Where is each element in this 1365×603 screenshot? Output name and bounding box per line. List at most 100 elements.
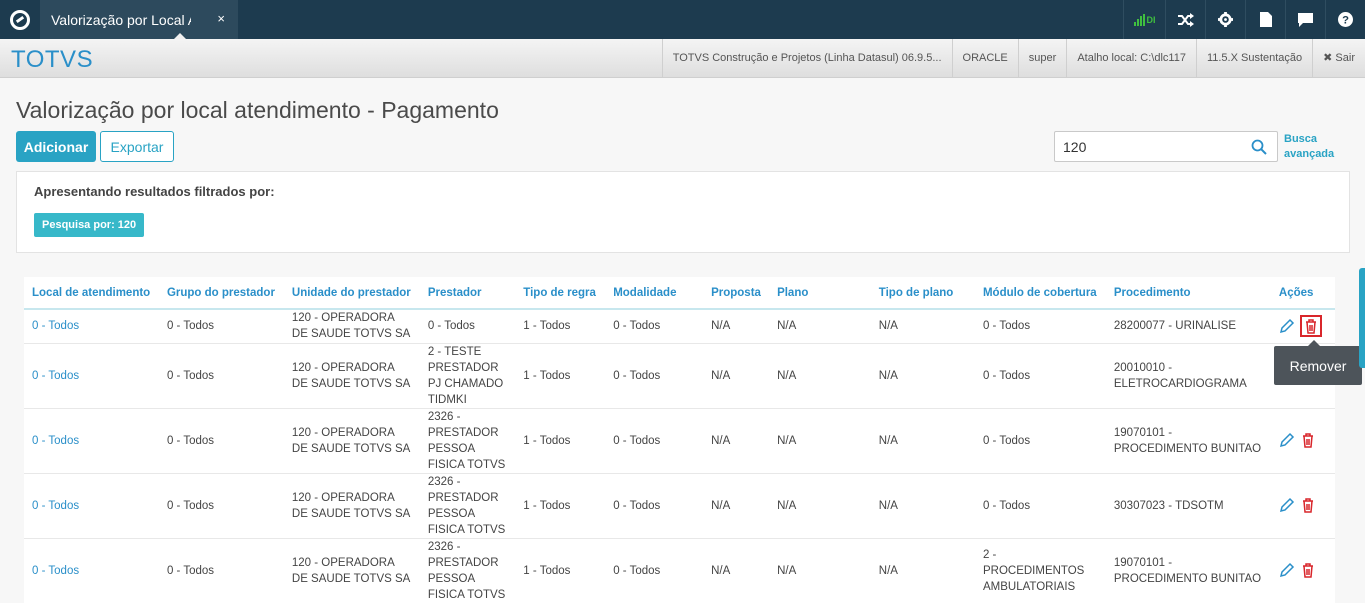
table-cell-link[interactable]: 0 - Todos [24, 408, 159, 474]
column-header[interactable]: Local de atendimento [24, 277, 159, 310]
signal-label: DI [1146, 14, 1156, 25]
product-info[interactable]: TOTVS Construção e Projetos (Linha Datas… [661, 39, 952, 78]
table-cell: 0 - Todos [974, 473, 1106, 539]
table-cell-link[interactable]: 0 - Todos [24, 343, 159, 409]
table-cell: N/A [703, 473, 770, 539]
database-info: ORACLE [951, 39, 1018, 78]
filter-label: Apresentando resultados filtrados por: [34, 184, 275, 199]
filter-chip[interactable]: Pesquisa por: 120 [34, 213, 145, 237]
column-header[interactable]: Grupo do prestador [158, 277, 284, 310]
table-row: 0 - Todos 0 - Todos 120 - OPERADORA DE S… [24, 538, 1335, 603]
table-cell: 28200077 - URINALISE [1105, 309, 1271, 344]
table-cell: 0 - Todos [974, 309, 1106, 344]
signal-icon[interactable]: DI [1123, 0, 1165, 39]
table-cell: 0 - Todos [605, 343, 704, 409]
table-cell: 2 - PROCEDIMENTOS AMBULATORIAIS [974, 538, 1106, 603]
column-header[interactable]: Plano [769, 277, 871, 310]
table-row: 0 - Todos 0 - Todos 120 - OPERADORA DE S… [24, 473, 1335, 539]
shortcut-info: Atalho local: C:\dlc117 [1066, 39, 1196, 78]
table-cell: N/A [769, 343, 871, 409]
table-cell: 0 - Todos [158, 473, 284, 539]
column-header[interactable]: Modalidade [605, 277, 704, 310]
row-actions [1270, 408, 1335, 474]
table-cell: 1 - Todos [515, 473, 606, 539]
table-cell: 0 - Todos [605, 473, 704, 539]
trash-icon[interactable] [1299, 315, 1322, 338]
gear-icon[interactable] [1205, 0, 1245, 39]
tab-label: Valorização por Local Atendimento [51, 11, 191, 28]
svg-text:?: ? [1342, 15, 1349, 27]
advanced-search-line1: Busca [1284, 133, 1318, 145]
table-cell: 0 - Todos [158, 309, 284, 344]
table-cell: N/A [870, 343, 975, 409]
export-button[interactable]: Exportar [100, 131, 174, 162]
row-actions [1270, 473, 1335, 539]
table-row: 0 - Todos 0 - Todos 120 - OPERADORA DE S… [24, 343, 1335, 409]
table-cell: N/A [870, 538, 975, 603]
column-header[interactable]: Proposta [703, 277, 770, 310]
sub-header: TOTVS TOTVS Construção e Projetos (Linha… [0, 39, 1365, 78]
column-header[interactable]: Tipo de plano [870, 277, 975, 310]
table-cell: 0 - Todos [974, 408, 1106, 474]
edit-pencil-icon[interactable] [1279, 432, 1295, 448]
filter-panel: Apresentando resultados filtrados por: P… [16, 171, 1350, 253]
table-cell: 120 - OPERADORA DE SAUDE TOTVS SA [283, 343, 420, 409]
edit-pencil-icon[interactable] [1279, 318, 1295, 334]
page-title: Valorização por local atendimento - Paga… [16, 97, 499, 123]
column-header[interactable]: Módulo de cobertura [974, 277, 1106, 310]
tab-valorizacao[interactable]: Valorização por Local Atendimento × [40, 0, 238, 39]
user-info[interactable]: super [1017, 39, 1067, 78]
table-cell: 120 - OPERADORA DE SAUDE TOTVS SA [283, 309, 420, 344]
column-header: Ações [1270, 277, 1335, 310]
table-cell: 1 - Todos [515, 538, 606, 603]
brand-logo: TOTVS [11, 46, 94, 73]
edit-pencil-icon[interactable] [1279, 497, 1295, 513]
table-cell: N/A [870, 473, 975, 539]
results-table: Local de atendimento Grupo do prestador … [24, 277, 1335, 603]
table-row: 0 - Todos 0 - Todos 120 - OPERADORA DE S… [24, 408, 1335, 474]
table-row: 0 - Todos 0 - Todos 120 - OPERADORA DE S… [24, 309, 1335, 344]
column-header[interactable]: Unidade do prestador [283, 277, 420, 310]
column-header[interactable]: Tipo de regra [515, 277, 606, 310]
top-navbar: Valorização por Local Atendimento × DI ? [0, 0, 1365, 39]
advanced-search-link[interactable]: Busca avançada [1284, 132, 1334, 162]
table-cell: N/A [703, 343, 770, 409]
chat-icon[interactable] [1285, 0, 1325, 39]
help-icon[interactable]: ? [1325, 0, 1365, 39]
table-cell: 2326 - PRESTADOR PESSOA FISICA TOTVS [419, 473, 516, 539]
search-input[interactable] [1063, 138, 1243, 156]
logout-button[interactable]: ✖ Sair [1312, 39, 1365, 78]
table-cell: 0 - Todos [158, 343, 284, 409]
search-field[interactable] [1054, 131, 1278, 162]
trash-icon[interactable] [1300, 497, 1316, 514]
table-cell: 0 - Todos [605, 538, 704, 603]
table-cell: N/A [870, 408, 975, 474]
trash-icon[interactable] [1300, 562, 1316, 579]
shuffle-icon[interactable] [1165, 0, 1205, 39]
table-cell-link[interactable]: 0 - Todos [24, 309, 159, 344]
table-cell: N/A [870, 309, 975, 344]
add-button[interactable]: Adicionar [16, 131, 96, 162]
version-info: 11.5.X Sustentação [1195, 39, 1312, 78]
table-cell-link[interactable]: 0 - Todos [24, 473, 159, 539]
table-cell: N/A [703, 538, 770, 603]
column-header[interactable]: Procedimento [1105, 277, 1271, 310]
trash-icon[interactable] [1300, 432, 1316, 449]
table-cell: 19070101 - PROCEDIMENTO BUNITAO [1105, 408, 1271, 474]
table-cell: 0 - Todos [605, 309, 704, 344]
table-cell: 0 - Todos [974, 343, 1106, 409]
table-cell: N/A [769, 408, 871, 474]
column-header[interactable]: Prestador [419, 277, 516, 310]
remove-tooltip: Remover [1274, 340, 1362, 385]
edit-pencil-icon[interactable] [1279, 562, 1295, 578]
document-icon[interactable] [1245, 0, 1285, 39]
scrollbar-thumb[interactable] [1359, 268, 1365, 368]
table-cell: 1 - Todos [515, 343, 606, 409]
search-icon[interactable] [1251, 139, 1267, 155]
table-cell: N/A [703, 309, 770, 344]
table-cell-link[interactable]: 0 - Todos [24, 538, 159, 603]
table-cell: 120 - OPERADORA DE SAUDE TOTVS SA [283, 408, 420, 474]
row-actions [1270, 538, 1335, 603]
totvs-logo-icon[interactable] [0, 0, 40, 39]
tab-close-icon[interactable]: × [217, 11, 225, 26]
